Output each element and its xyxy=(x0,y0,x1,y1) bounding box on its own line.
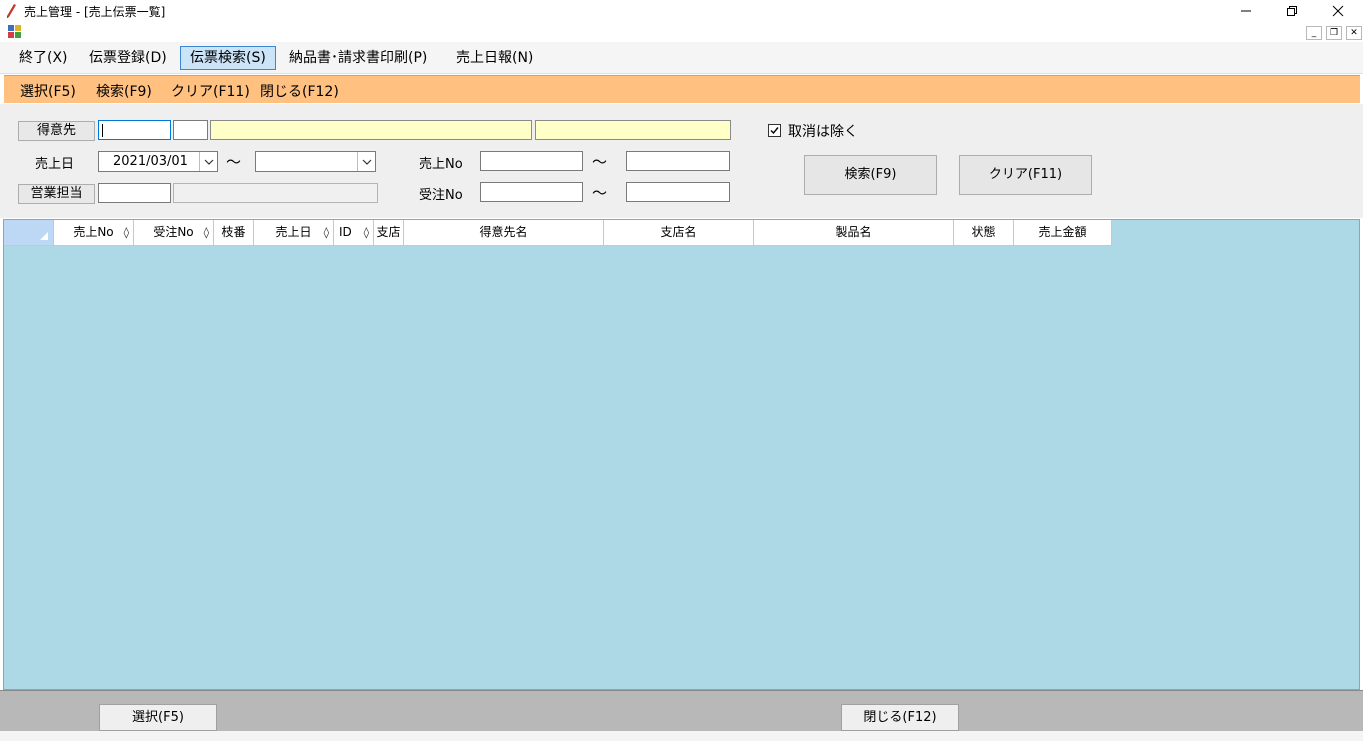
sales-date-from-picker[interactable]: 2021/03/01 xyxy=(98,151,218,172)
order-no-label: 受注No xyxy=(419,188,463,203)
sales-date-from-value: 2021/03/01 xyxy=(113,154,188,169)
column-label: ID xyxy=(339,225,352,239)
footer-select-button[interactable]: 選択(F5) xyxy=(99,704,217,731)
mdi-restore-button[interactable]: ❐ xyxy=(1326,26,1342,40)
column-header-branch-name[interactable]: 支店名 xyxy=(604,220,754,246)
sales-no-label: 売上No xyxy=(419,157,463,172)
window-title: 売上管理 - [売上伝票一覧] xyxy=(24,5,166,19)
column-label: 製品名 xyxy=(835,225,872,239)
customer-branch-name-field[interactable] xyxy=(535,120,731,140)
minimize-button[interactable] xyxy=(1224,0,1268,22)
menu-slip-search[interactable]: 伝票検索(S) xyxy=(180,46,276,70)
column-header-sales-amount[interactable]: 売上金額 xyxy=(1014,220,1112,246)
column-label: 状態 xyxy=(971,225,996,239)
customer-lookup-button[interactable]: 得意先 xyxy=(18,121,95,141)
tool-clear[interactable]: クリア(F11) xyxy=(171,81,250,101)
column-header-id[interactable]: ID ◊ xyxy=(334,220,374,246)
column-header-branch-number[interactable]: 枝番 xyxy=(214,220,254,246)
sort-icon: ◊ xyxy=(123,226,129,239)
mdi-child-bar: _ ❐ ✕ xyxy=(0,22,1363,42)
staff-lookup-button[interactable]: 営業担当 xyxy=(18,184,95,204)
app-pen-icon xyxy=(7,4,16,18)
chevron-down-icon[interactable] xyxy=(199,152,217,171)
close-button[interactable] xyxy=(1316,0,1360,22)
column-label: 支店 xyxy=(376,225,401,239)
column-label: 売上日 xyxy=(275,225,312,239)
exclude-cancel-checkbox[interactable] xyxy=(768,124,781,137)
menu-daily-report[interactable]: 売上日報(N) xyxy=(446,46,543,70)
minimize-icon xyxy=(1241,10,1251,12)
restore-icon xyxy=(1287,6,1297,16)
checkmark-icon xyxy=(770,127,779,135)
footer-bar: 選択(F5) 閉じる(F12) xyxy=(0,690,1363,731)
customer-code-input[interactable] xyxy=(98,120,171,140)
column-label: 受注No xyxy=(153,225,194,239)
staff-name-field xyxy=(173,183,378,203)
title-bar: 売上管理 - [売上伝票一覧] xyxy=(0,0,1363,22)
order-no-to-input[interactable] xyxy=(626,182,730,202)
tool-close[interactable]: 閉じる(F12) xyxy=(260,81,339,101)
sort-icon: ◊ xyxy=(203,226,209,239)
column-label: 枝番 xyxy=(221,225,246,239)
menu-slip-register[interactable]: 伝票登録(D) xyxy=(79,46,177,70)
clear-button[interactable]: クリア(F11) xyxy=(959,155,1092,195)
chevron-down-icon[interactable] xyxy=(357,152,375,171)
sort-icon: ◊ xyxy=(323,226,329,239)
tool-select[interactable]: 選択(F5) xyxy=(20,81,76,101)
column-label: 得意先名 xyxy=(479,225,528,239)
sales-no-to-input[interactable] xyxy=(626,151,730,171)
column-header-sales-no[interactable]: 売上No ◊ xyxy=(54,220,134,246)
exclude-cancel-label[interactable]: 取消は除く xyxy=(788,121,858,141)
restore-icon: ❐ xyxy=(1329,28,1339,38)
column-header-product-name[interactable]: 製品名 xyxy=(754,220,954,246)
restore-button[interactable] xyxy=(1270,0,1314,22)
text-caret xyxy=(102,124,103,137)
order-no-range-separator: ～ xyxy=(592,184,608,202)
status-bar xyxy=(0,731,1363,741)
column-header-sales-date[interactable]: 売上日 ◊ xyxy=(254,220,334,246)
grid-corner-header[interactable] xyxy=(4,220,54,246)
column-label: 売上金額 xyxy=(1038,225,1087,239)
form-icon xyxy=(8,25,21,38)
sales-no-from-input[interactable] xyxy=(480,151,583,171)
column-header-status[interactable]: 状態 xyxy=(954,220,1014,246)
mdi-close-button[interactable]: ✕ xyxy=(1346,26,1362,40)
select-all-icon xyxy=(40,232,48,240)
sales-no-range-separator: ～ xyxy=(592,153,608,171)
footer-close-button[interactable]: 閉じる(F12) xyxy=(841,704,959,731)
tool-search[interactable]: 検索(F9) xyxy=(96,81,152,101)
date-range-separator: ～ xyxy=(226,153,242,171)
menu-print[interactable]: 納品書･請求書印刷(P) xyxy=(279,46,437,70)
column-header-branch[interactable]: 支店 xyxy=(374,220,404,246)
sales-date-label: 売上日 xyxy=(35,157,75,172)
column-header-customer-name[interactable]: 得意先名 xyxy=(404,220,604,246)
mdi-minimize-button[interactable]: _ xyxy=(1306,26,1322,40)
tool-strip: 選択(F5) 検索(F9) クリア(F11) 閉じる(F12) xyxy=(4,75,1360,103)
sales-slip-grid[interactable]: 売上No ◊ 受注No ◊ 枝番 売上日 ◊ ID ◊ 支店 得意先名 支店名 … xyxy=(3,219,1360,690)
customer-name-field[interactable] xyxy=(210,120,532,140)
column-label: 支店名 xyxy=(660,225,697,239)
column-label: 売上No xyxy=(73,225,114,239)
menu-exit[interactable]: 終了(X) xyxy=(9,46,78,70)
close-icon: ✕ xyxy=(1350,28,1358,38)
main-menu: 終了(X) 伝票登録(D) 伝票検索(S) 納品書･請求書印刷(P) 売上日報(… xyxy=(0,42,1363,74)
column-header-order-no[interactable]: 受注No ◊ xyxy=(134,220,214,246)
order-no-from-input[interactable] xyxy=(480,182,583,202)
sort-icon: ◊ xyxy=(363,226,369,239)
staff-code-input[interactable] xyxy=(98,183,171,203)
customer-branch-input[interactable] xyxy=(173,120,208,140)
search-button[interactable]: 検索(F9) xyxy=(804,155,937,195)
sales-date-to-picker[interactable] xyxy=(255,151,376,172)
close-icon xyxy=(1332,5,1344,17)
minimize-icon: _ xyxy=(1311,28,1317,38)
